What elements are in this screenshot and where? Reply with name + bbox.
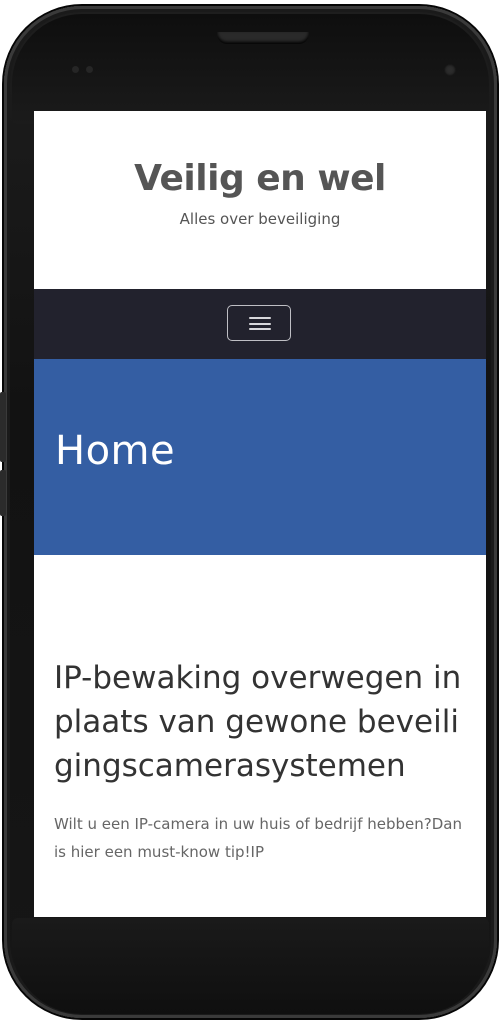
page: Veilig en wel Alles over beveiliging Hom… xyxy=(0,0,501,1023)
hamburger-line xyxy=(249,328,271,330)
site-title[interactable]: Veilig en wel xyxy=(34,111,486,201)
phone-bottom-bezel xyxy=(12,918,489,1014)
main-content: IP-bewaking overwegen in plaats van gewo… xyxy=(34,555,486,866)
phone-side-button xyxy=(0,392,6,462)
phone-side-button xyxy=(0,470,6,516)
hamburger-line xyxy=(249,317,271,319)
site-tagline: Alles over beveiliging xyxy=(179,210,341,228)
post-title-link[interactable]: IP-bewaking overwegen in plaats van gewo… xyxy=(54,656,464,788)
hamburger-line xyxy=(249,322,271,325)
site-header: Veilig en wel Alles over beveiliging xyxy=(34,111,486,289)
menu-toggle-button[interactable] xyxy=(227,305,291,341)
front-camera-icon xyxy=(444,64,456,76)
sensor-icon xyxy=(72,66,79,73)
page-title: Home xyxy=(55,428,176,474)
phone-screen: Veilig en wel Alles over beveiliging Hom… xyxy=(34,111,486,917)
speaker-icon xyxy=(217,32,309,44)
post-excerpt: Wilt u een IP-camera in uw huis of bedri… xyxy=(54,815,462,861)
navigation-bar xyxy=(34,289,486,359)
phone-top-bezel xyxy=(12,14,489,124)
page-banner: Home xyxy=(34,359,486,555)
sensor-icon xyxy=(86,66,93,73)
post-article: IP-bewaking overwegen in plaats van gewo… xyxy=(54,656,464,866)
